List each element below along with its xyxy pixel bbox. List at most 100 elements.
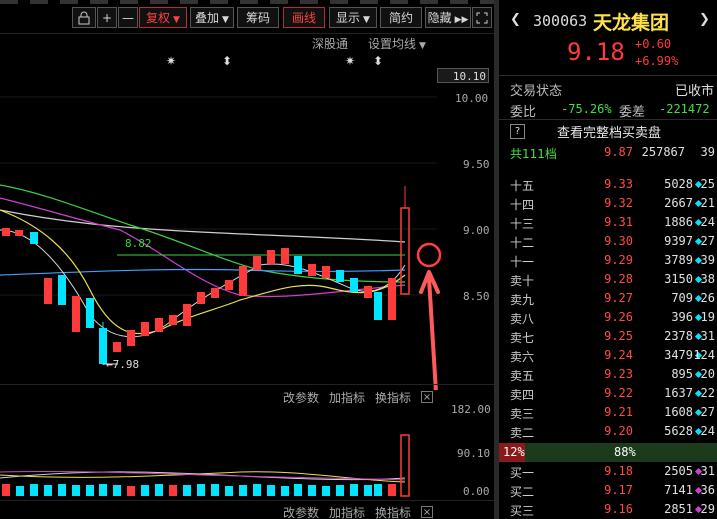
candle-down bbox=[294, 256, 302, 274]
volume-bar bbox=[364, 485, 372, 496]
candle-down bbox=[58, 275, 66, 305]
fullscreen-icon[interactable] bbox=[472, 7, 492, 28]
candle-up-latest bbox=[400, 207, 410, 295]
volume-bar bbox=[16, 486, 24, 496]
zoom-in-button[interactable]: + bbox=[97, 7, 117, 28]
level-count: 19 bbox=[700, 310, 715, 324]
volume-bars bbox=[2, 434, 410, 497]
price-change: +0.60 bbox=[635, 37, 672, 51]
level-price: 9.30 bbox=[604, 234, 633, 248]
level-volume: 7141 bbox=[664, 483, 693, 497]
restore-rights-dropdown[interactable]: 复权 ▼ bbox=[139, 7, 187, 28]
highlight-circle bbox=[416, 242, 442, 268]
volume-ma-magenta bbox=[0, 470, 406, 481]
level-volume: 709 bbox=[671, 291, 693, 305]
ask-row[interactable]: 卖九 9.27 709 26 bbox=[499, 289, 717, 308]
level-price: 9.24 bbox=[604, 348, 633, 362]
help-icon[interactable]: ? bbox=[510, 124, 525, 139]
kline-chart-panel[interactable]: + — 复权 ▼ 叠加 ▼ 筹码 画线 显示 ▼ 简约 隐藏 ▶▶ 深股通 设置均线 ▼ … bbox=[0, 0, 494, 519]
volume-bar bbox=[197, 484, 205, 496]
volume-bar bbox=[211, 484, 219, 496]
double-chevron-right-icon: ▶▶ bbox=[454, 15, 469, 25]
ask-row[interactable]: 十三 9.31 1886 24 bbox=[499, 213, 717, 232]
level-count: 24 bbox=[700, 215, 715, 229]
level-price: 9.26 bbox=[604, 310, 633, 324]
low-price-label: ←7.98 bbox=[106, 358, 139, 371]
ma-settings-label: 设置均线 bbox=[368, 37, 417, 51]
level-label: 买三 bbox=[510, 504, 535, 518]
level-label: 卖八 bbox=[510, 312, 535, 326]
ask-row[interactable]: 十五 9.33 5028 25 bbox=[499, 175, 717, 194]
level-price: 9.32 bbox=[604, 196, 633, 210]
volume-bar bbox=[127, 486, 135, 496]
close-icon[interactable]: × bbox=[421, 506, 433, 518]
hide-panel-button[interactable]: 隐藏 ▶▶ bbox=[425, 7, 471, 28]
level-count: 27 bbox=[700, 234, 715, 248]
simple-mode-button[interactable]: 简约 bbox=[380, 7, 422, 28]
level-price: 9.28 bbox=[604, 272, 633, 286]
add-indicator-link[interactable]: 加指标 bbox=[329, 504, 365, 519]
level-price: 9.16 bbox=[604, 502, 633, 516]
ask-row[interactable]: 卖二 9.20 5628 24 bbox=[499, 422, 717, 441]
ask-row[interactable]: 卖八 9.26 396 19 bbox=[499, 308, 717, 327]
ask-row[interactable]: 卖三 9.21 1608 27 bbox=[499, 403, 717, 422]
ask-row[interactable]: 十一 9.29 3789 39 bbox=[499, 251, 717, 270]
chips-button[interactable]: 筹码 bbox=[237, 7, 279, 28]
back-chevron-icon[interactable]: ❮ bbox=[510, 12, 521, 27]
volume-bar bbox=[155, 484, 163, 496]
level-count: 38 bbox=[700, 272, 715, 286]
level-label: 卖十 bbox=[510, 274, 535, 288]
chevron-down-icon: ▼ bbox=[222, 15, 229, 25]
ask-row[interactable]: 卖七 9.25 2378 31 bbox=[499, 327, 717, 346]
ask-row[interactable]: 卖五 9.23 895 20 bbox=[499, 365, 717, 384]
level-count: 24 bbox=[700, 424, 715, 438]
zoom-out-button[interactable]: — bbox=[118, 7, 138, 28]
ratio-left-pct: 12% bbox=[503, 445, 525, 459]
level-volume: 5628 bbox=[664, 424, 693, 438]
ask-row[interactable]: 卖四 9.22 1637 22 bbox=[499, 384, 717, 403]
lock-icon[interactable] bbox=[72, 7, 96, 28]
candlesticks bbox=[2, 186, 410, 365]
order-diff-label: 委差 bbox=[619, 105, 646, 120]
ask-row[interactable]: 卖六 9.24 3479 124 bbox=[499, 346, 717, 365]
change-params-link[interactable]: 改参数 bbox=[283, 504, 319, 519]
level-label: 卖七 bbox=[510, 331, 535, 345]
candle-up bbox=[225, 280, 233, 290]
last-price: 9.18 bbox=[567, 38, 625, 66]
level-volume: 2378 bbox=[664, 329, 693, 343]
bid-row[interactable]: 买三 9.16 2851 29 bbox=[499, 500, 717, 519]
ask-row[interactable]: 卖十 9.28 3150 38 bbox=[499, 270, 717, 289]
volume-svg[interactable] bbox=[0, 400, 440, 500]
ask-row[interactable]: 十四 9.32 2667 21 bbox=[499, 194, 717, 213]
full-order-book-link[interactable]: 查看完整档买卖盘 bbox=[557, 122, 661, 141]
volume-bar bbox=[281, 486, 289, 496]
overlay-dropdown[interactable]: 叠加 ▼ bbox=[190, 7, 234, 28]
level-price: 9.22 bbox=[604, 386, 633, 400]
switch-indicator-link[interactable]: 换指标 bbox=[375, 504, 411, 519]
bid-row[interactable]: 买一 9.18 2505 31 bbox=[499, 462, 717, 481]
level-count: 21 bbox=[700, 196, 715, 210]
order-ratio-value: -75.26% bbox=[561, 102, 612, 116]
candle-up bbox=[72, 296, 80, 332]
draw-line-button[interactable]: 画线 bbox=[283, 7, 325, 28]
volume-bar bbox=[99, 484, 107, 496]
ma-settings-dropdown[interactable]: 设置均线 ▼ bbox=[368, 35, 426, 52]
volume-bar bbox=[72, 485, 80, 496]
volume-bar bbox=[267, 485, 275, 496]
ma-cyan-line bbox=[0, 268, 406, 276]
level-count: 39 bbox=[700, 253, 715, 267]
level-volume: 1637 bbox=[664, 386, 693, 400]
forward-chevron-icon[interactable]: ❯ bbox=[699, 12, 710, 27]
level-label: 十五 bbox=[510, 179, 535, 193]
candle-up bbox=[388, 278, 396, 320]
kline-svg[interactable]: 8.82 ←7.98 bbox=[0, 60, 494, 390]
hk-connect-label[interactable]: 深股通 bbox=[312, 35, 348, 52]
ask-row[interactable]: 十二 9.30 9397 27 bbox=[499, 232, 717, 251]
level-price: 9.20 bbox=[604, 424, 633, 438]
display-dropdown[interactable]: 显示 ▼ bbox=[329, 7, 377, 28]
bid-row[interactable]: 买二 9.17 7141 36 bbox=[499, 481, 717, 500]
candle-up bbox=[281, 248, 289, 264]
panel-divider bbox=[0, 384, 494, 385]
candle-up bbox=[44, 278, 52, 304]
candle-up bbox=[197, 292, 205, 304]
